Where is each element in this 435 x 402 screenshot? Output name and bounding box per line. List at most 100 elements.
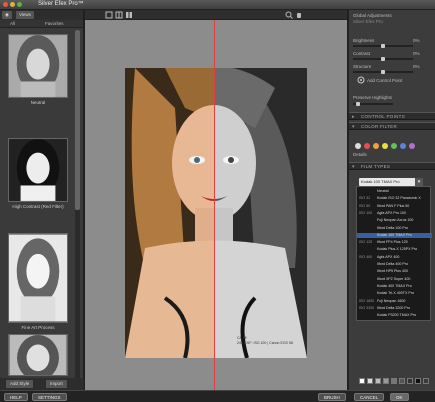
section-title: COLOR FILTER xyxy=(361,124,398,129)
film-name-label: Kodak 400 TMAX Pro xyxy=(377,283,412,288)
film-type-option[interactable]: Fuji Neopan Acros 100 xyxy=(357,218,432,223)
zoom-icon[interactable] xyxy=(285,11,293,19)
preset-thumbnail[interactable] xyxy=(8,138,68,202)
color-filter-neutral-button[interactable] xyxy=(355,143,361,149)
control-points-section-header[interactable]: ▸ CONTROL POINTS xyxy=(349,112,435,120)
tone-swatch[interactable] xyxy=(367,378,373,384)
import-button[interactable]: Import xyxy=(46,380,67,388)
film-type-select[interactable]: Kodak 100 TMAX Pro ▾ xyxy=(359,178,423,186)
film-type-option[interactable]: Ilford XP2 Super 400 xyxy=(357,277,432,282)
structure-label: Structure xyxy=(353,64,372,69)
slider-knob[interactable] xyxy=(381,44,385,48)
film-name-label: Kodak P3200 TMAX Pro xyxy=(377,313,417,318)
preset-thumbnail[interactable] xyxy=(8,334,68,376)
contrast-value: 0% xyxy=(413,51,420,56)
help-button[interactable]: HELP xyxy=(4,393,28,401)
contrast-label: Contrast xyxy=(353,51,371,56)
film-type-option[interactable]: Kodak P3200 TMAX Pro xyxy=(357,313,432,318)
split-view-icon[interactable] xyxy=(115,11,123,19)
color-filter-yellow-button[interactable] xyxy=(382,143,388,149)
structure-slider[interactable] xyxy=(353,70,413,74)
title-bar: Silver Efex Pro™ xyxy=(0,0,435,10)
preset-scrollbar[interactable] xyxy=(75,30,80,386)
film-type-option[interactable]: Kodak Tri-X 400TX Pro xyxy=(357,291,432,296)
settings-button[interactable]: SETTINGS xyxy=(32,393,67,401)
film-type-option[interactable]: Kodak Plus-X 125PX Pro xyxy=(357,247,432,252)
tone-swatch[interactable] xyxy=(383,378,389,384)
hand-tool-icon[interactable] xyxy=(295,11,303,19)
zoom-window-icon[interactable] xyxy=(17,2,22,7)
views-button[interactable]: Views xyxy=(16,11,34,19)
film-type-option[interactable]: Neutral xyxy=(357,189,432,194)
film-type-option[interactable]: Ilford HP5 Plus 400 xyxy=(357,269,432,274)
film-type-option[interactable]: ISO 1600 Fuji Neopan 1600 xyxy=(357,299,432,304)
ok-button[interactable]: OK xyxy=(390,393,409,401)
film-name-label: Neutral xyxy=(377,189,389,193)
film-type-option[interactable]: ISO 400 Agfa APX 400 xyxy=(357,255,432,260)
color-filter-blue-button[interactable] xyxy=(400,143,406,149)
preset-label: Neutral xyxy=(30,100,46,105)
single-view-icon[interactable] xyxy=(105,11,113,19)
slider-knob[interactable] xyxy=(381,57,385,61)
tone-swatch[interactable] xyxy=(399,378,405,384)
tone-swatch[interactable] xyxy=(415,378,421,384)
slider-knob[interactable] xyxy=(381,70,385,74)
control-point-icon[interactable] xyxy=(357,76,365,84)
tone-swatch[interactable] xyxy=(359,378,365,384)
film-type-option[interactable]: Kodak 100 TMAX Pro xyxy=(357,232,432,238)
film-iso-label: ISO 32 xyxy=(359,196,371,201)
film-type-option[interactable]: Ilford Delta 400 Pro xyxy=(357,262,432,267)
cancel-button[interactable]: CANCEL xyxy=(354,393,385,401)
color-filter-violet-button[interactable] xyxy=(409,143,415,149)
tone-swatch[interactable] xyxy=(391,378,397,384)
film-type-option[interactable]: Ilford Delta 100 Pro xyxy=(357,226,432,231)
brightness-slider[interactable] xyxy=(353,44,413,48)
image-canvas[interactable]: CA.tiff 24 | EXIF: ISO 100 | Canon EOS 5… xyxy=(85,20,347,390)
preset-thumbnail[interactable] xyxy=(8,34,68,98)
scrollbar-thumb[interactable] xyxy=(75,30,80,210)
add-control-point-button[interactable]: Add Control Point xyxy=(367,78,402,83)
color-filter-orange-button[interactable] xyxy=(373,143,379,149)
preset-thumbnail[interactable] xyxy=(8,233,68,323)
tab-favorites[interactable]: Favorites xyxy=(45,21,64,26)
side-by-side-view-icon[interactable] xyxy=(125,11,133,19)
brush-button[interactable]: BRUSH xyxy=(318,393,346,401)
film-type-option[interactable]: ISO 100 Agfa APX Pro 100 xyxy=(357,211,432,216)
film-name-label: Kodak ISO 32 Panatomic X xyxy=(377,196,421,201)
preserve-highlights-label: Preserve Highlights xyxy=(353,95,393,100)
structure-value: 0% xyxy=(413,64,420,69)
chevron-down-icon[interactable]: ▾ xyxy=(415,178,423,186)
collapse-triangle-icon: ▾ xyxy=(352,124,355,130)
film-type-option[interactable]: ISO 50 Ilford PAN F Plus 50 xyxy=(357,204,432,209)
view-toolbar xyxy=(85,10,347,20)
color-filter-green-button[interactable] xyxy=(391,143,397,149)
left-toolbar: ◉ Views xyxy=(0,10,83,20)
film-type-selected-value: Kodak 100 TMAX Pro xyxy=(361,179,400,184)
tone-swatch[interactable] xyxy=(375,378,381,384)
global-adjustments-label: Global Adjustments xyxy=(353,13,392,18)
contrast-slider[interactable] xyxy=(353,57,413,61)
film-types-section-header[interactable]: ▾ FILM TYPES xyxy=(349,162,435,170)
film-type-option[interactable]: Kodak 400 TMAX Pro xyxy=(357,284,432,289)
film-name-label: Ilford Delta 3200 Pro xyxy=(377,305,410,310)
close-window-icon[interactable] xyxy=(3,2,8,7)
tone-swatch[interactable] xyxy=(407,378,413,384)
film-name-label: Ilford PAN F Plus 50 xyxy=(377,203,410,208)
history-icon[interactable]: ◉ xyxy=(2,11,12,19)
film-type-dropdown-menu: Neutral ISO 32 Kodak ISO 32 Panatomic X ISO… xyxy=(356,186,432,321)
highlights-slider[interactable] xyxy=(353,102,393,106)
film-type-option[interactable]: ISO 125 Ilford FP4 Plus 125 xyxy=(357,240,432,245)
slider-knob[interactable] xyxy=(356,102,360,106)
film-name-label: Kodak Plus-X 125PX Pro xyxy=(377,247,418,252)
minimize-window-icon[interactable] xyxy=(10,2,15,7)
tab-all[interactable]: All xyxy=(10,21,15,26)
split-preview-divider[interactable] xyxy=(214,20,215,390)
color-filter-section-header[interactable]: ▾ COLOR FILTER xyxy=(349,122,435,130)
film-type-option[interactable]: ISO 3200 Ilford Delta 3200 Pro xyxy=(357,306,432,311)
film-type-option[interactable]: ISO 32 Kodak ISO 32 Panatomic X xyxy=(357,196,432,201)
color-filter-red-button[interactable] xyxy=(364,143,370,149)
add-style-button[interactable]: Add Style xyxy=(6,380,34,388)
film-iso-label: ISO 3200 xyxy=(359,305,375,310)
tone-swatch[interactable] xyxy=(423,378,429,384)
app-title: Silver Efex Pro™ xyxy=(38,1,84,7)
